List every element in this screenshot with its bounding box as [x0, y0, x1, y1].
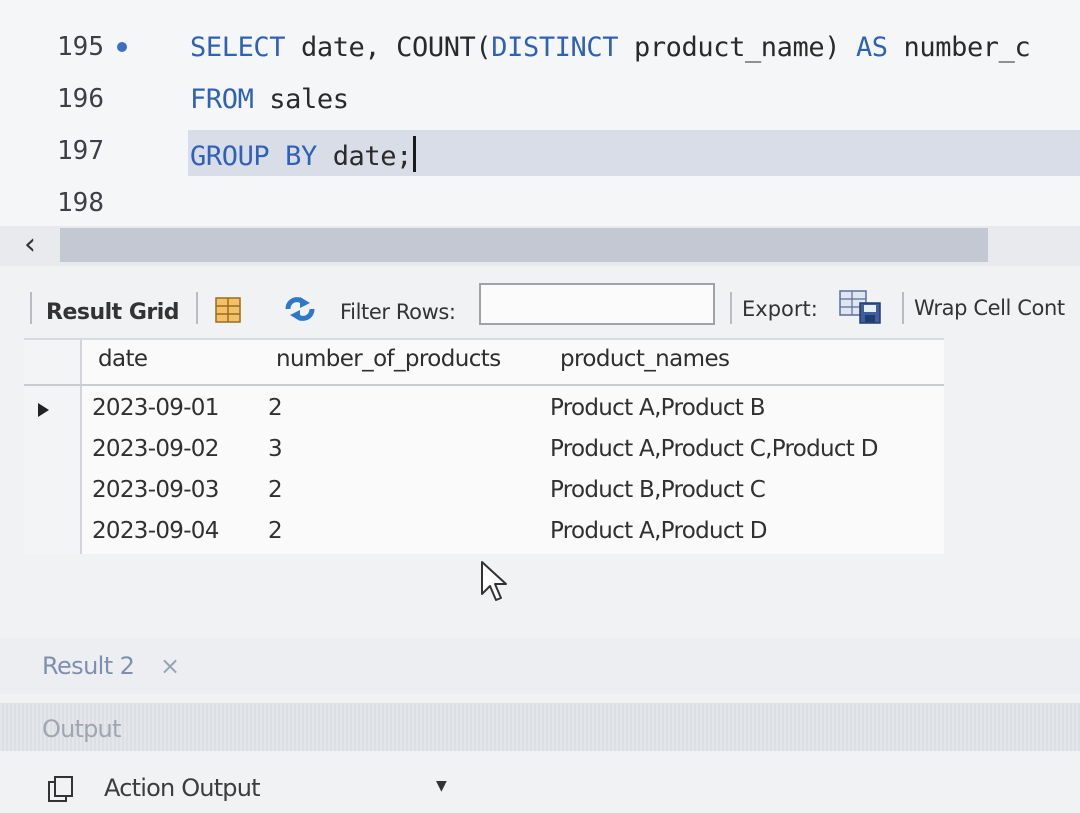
table-row[interactable]: 2023-09-01 2 Product A,Product B — [24, 389, 944, 430]
cell-number-of-products[interactable]: 2 — [268, 518, 283, 544]
text-caret — [412, 136, 416, 172]
cell-product-names[interactable]: Product A,Product C,Product D — [550, 436, 878, 462]
cell-number-of-products[interactable]: 3 — [268, 436, 283, 462]
wrap-cell-content-label[interactable]: Wrap Cell Cont — [914, 296, 1065, 320]
editor-line-195[interactable]: 195 SELECT date, COUNT(DISTINCT product_… — [0, 32, 1080, 80]
export-icon[interactable] — [838, 289, 884, 325]
grid-view-icon[interactable] — [214, 296, 242, 324]
cell-date[interactable]: 2023-09-02 — [92, 436, 219, 462]
export-label: Export: — [742, 297, 818, 321]
column-header-number-of-products[interactable]: number_of_products — [276, 346, 501, 372]
result-tab-bar: Result 2 × — [0, 638, 1080, 694]
keyword-token: DISTINCT — [491, 32, 619, 63]
keyword-token: GROUP BY — [190, 141, 317, 172]
column-header-product-names[interactable]: product_names — [560, 346, 730, 372]
output-panel-title: Output — [42, 715, 121, 743]
cell-date[interactable]: 2023-09-01 — [92, 395, 219, 421]
copy-icon[interactable] — [46, 774, 76, 804]
grid-header-row: date number_of_products product_names — [24, 338, 944, 386]
result-toolbar: Result Grid Filter Rows: Export: Wrap Ce… — [0, 280, 1080, 338]
column-header-date[interactable]: date — [98, 346, 148, 372]
cell-product-names[interactable]: Product B,Product C — [550, 477, 766, 503]
output-panel-header: Output — [0, 703, 1080, 751]
code-token: number_c — [887, 32, 1031, 63]
table-row[interactable]: 2023-09-04 2 Product A,Product D — [24, 512, 944, 553]
code-line: FROM sales — [190, 84, 349, 115]
filter-rows-label: Filter Rows: — [340, 300, 456, 324]
keyword-token: FROM — [190, 84, 254, 115]
cell-product-names[interactable]: Product A,Product B — [550, 395, 766, 421]
scrollbar-thumb[interactable] — [60, 228, 988, 262]
toolbar-divider — [730, 292, 732, 324]
mouse-pointer-icon — [481, 561, 507, 601]
refresh-icon[interactable] — [280, 294, 320, 324]
code-token: product_name) — [618, 32, 856, 63]
cell-date[interactable]: 2023-09-03 — [92, 477, 219, 503]
code-token: date; — [316, 141, 413, 172]
editor-horizontal-scrollbar[interactable]: ‹ — [0, 226, 1080, 266]
close-icon[interactable]: × — [160, 652, 180, 680]
sql-editor[interactable]: 195 SELECT date, COUNT(DISTINCT product_… — [0, 0, 1080, 232]
cell-number-of-products[interactable]: 2 — [268, 477, 283, 503]
filter-rows-input[interactable] — [479, 283, 715, 325]
editor-line-197[interactable]: 197 GROUP BY date; — [0, 130, 1080, 184]
table-row[interactable]: 2023-09-02 3 Product A,Product C,Product… — [24, 430, 944, 471]
result-grid[interactable]: date number_of_products product_names 20… — [24, 338, 944, 554]
table-row[interactable]: 2023-09-03 2 Product B,Product C — [24, 471, 944, 512]
editor-line-196[interactable]: 196 FROM sales — [0, 84, 1080, 132]
action-output-label[interactable]: Action Output — [104, 774, 261, 802]
scroll-left-icon[interactable]: ‹ — [24, 230, 36, 260]
cell-date[interactable]: 2023-09-04 — [92, 518, 219, 544]
cell-number-of-products[interactable]: 2 — [268, 395, 283, 421]
current-row-icon — [38, 403, 49, 417]
result-grid-tab[interactable]: Result Grid — [46, 300, 180, 325]
chevron-down-icon[interactable]: ▼ — [436, 778, 447, 794]
keyword-token: AS — [855, 32, 888, 63]
line-number: 197 — [57, 136, 104, 166]
code-line: GROUP BY date; — [190, 136, 416, 172]
toolbar-divider — [902, 292, 904, 324]
code-token: sales — [253, 84, 349, 115]
statement-marker-icon — [117, 42, 127, 52]
cell-product-names[interactable]: Product A,Product D — [550, 518, 767, 544]
toolbar-divider — [196, 292, 198, 324]
toolbar-divider — [30, 292, 32, 324]
line-number: 196 — [57, 84, 104, 114]
code-line: SELECT date, COUNT(DISTINCT product_name… — [190, 32, 1031, 63]
code-token: date, COUNT( — [285, 32, 492, 63]
line-number: 195 — [57, 32, 104, 62]
line-number: 198 — [57, 188, 104, 218]
result-2-tab[interactable]: Result 2 — [42, 652, 135, 680]
keyword-token: SELECT — [190, 32, 286, 63]
action-output-selector[interactable]: Action Output ▼ — [0, 760, 1080, 813]
